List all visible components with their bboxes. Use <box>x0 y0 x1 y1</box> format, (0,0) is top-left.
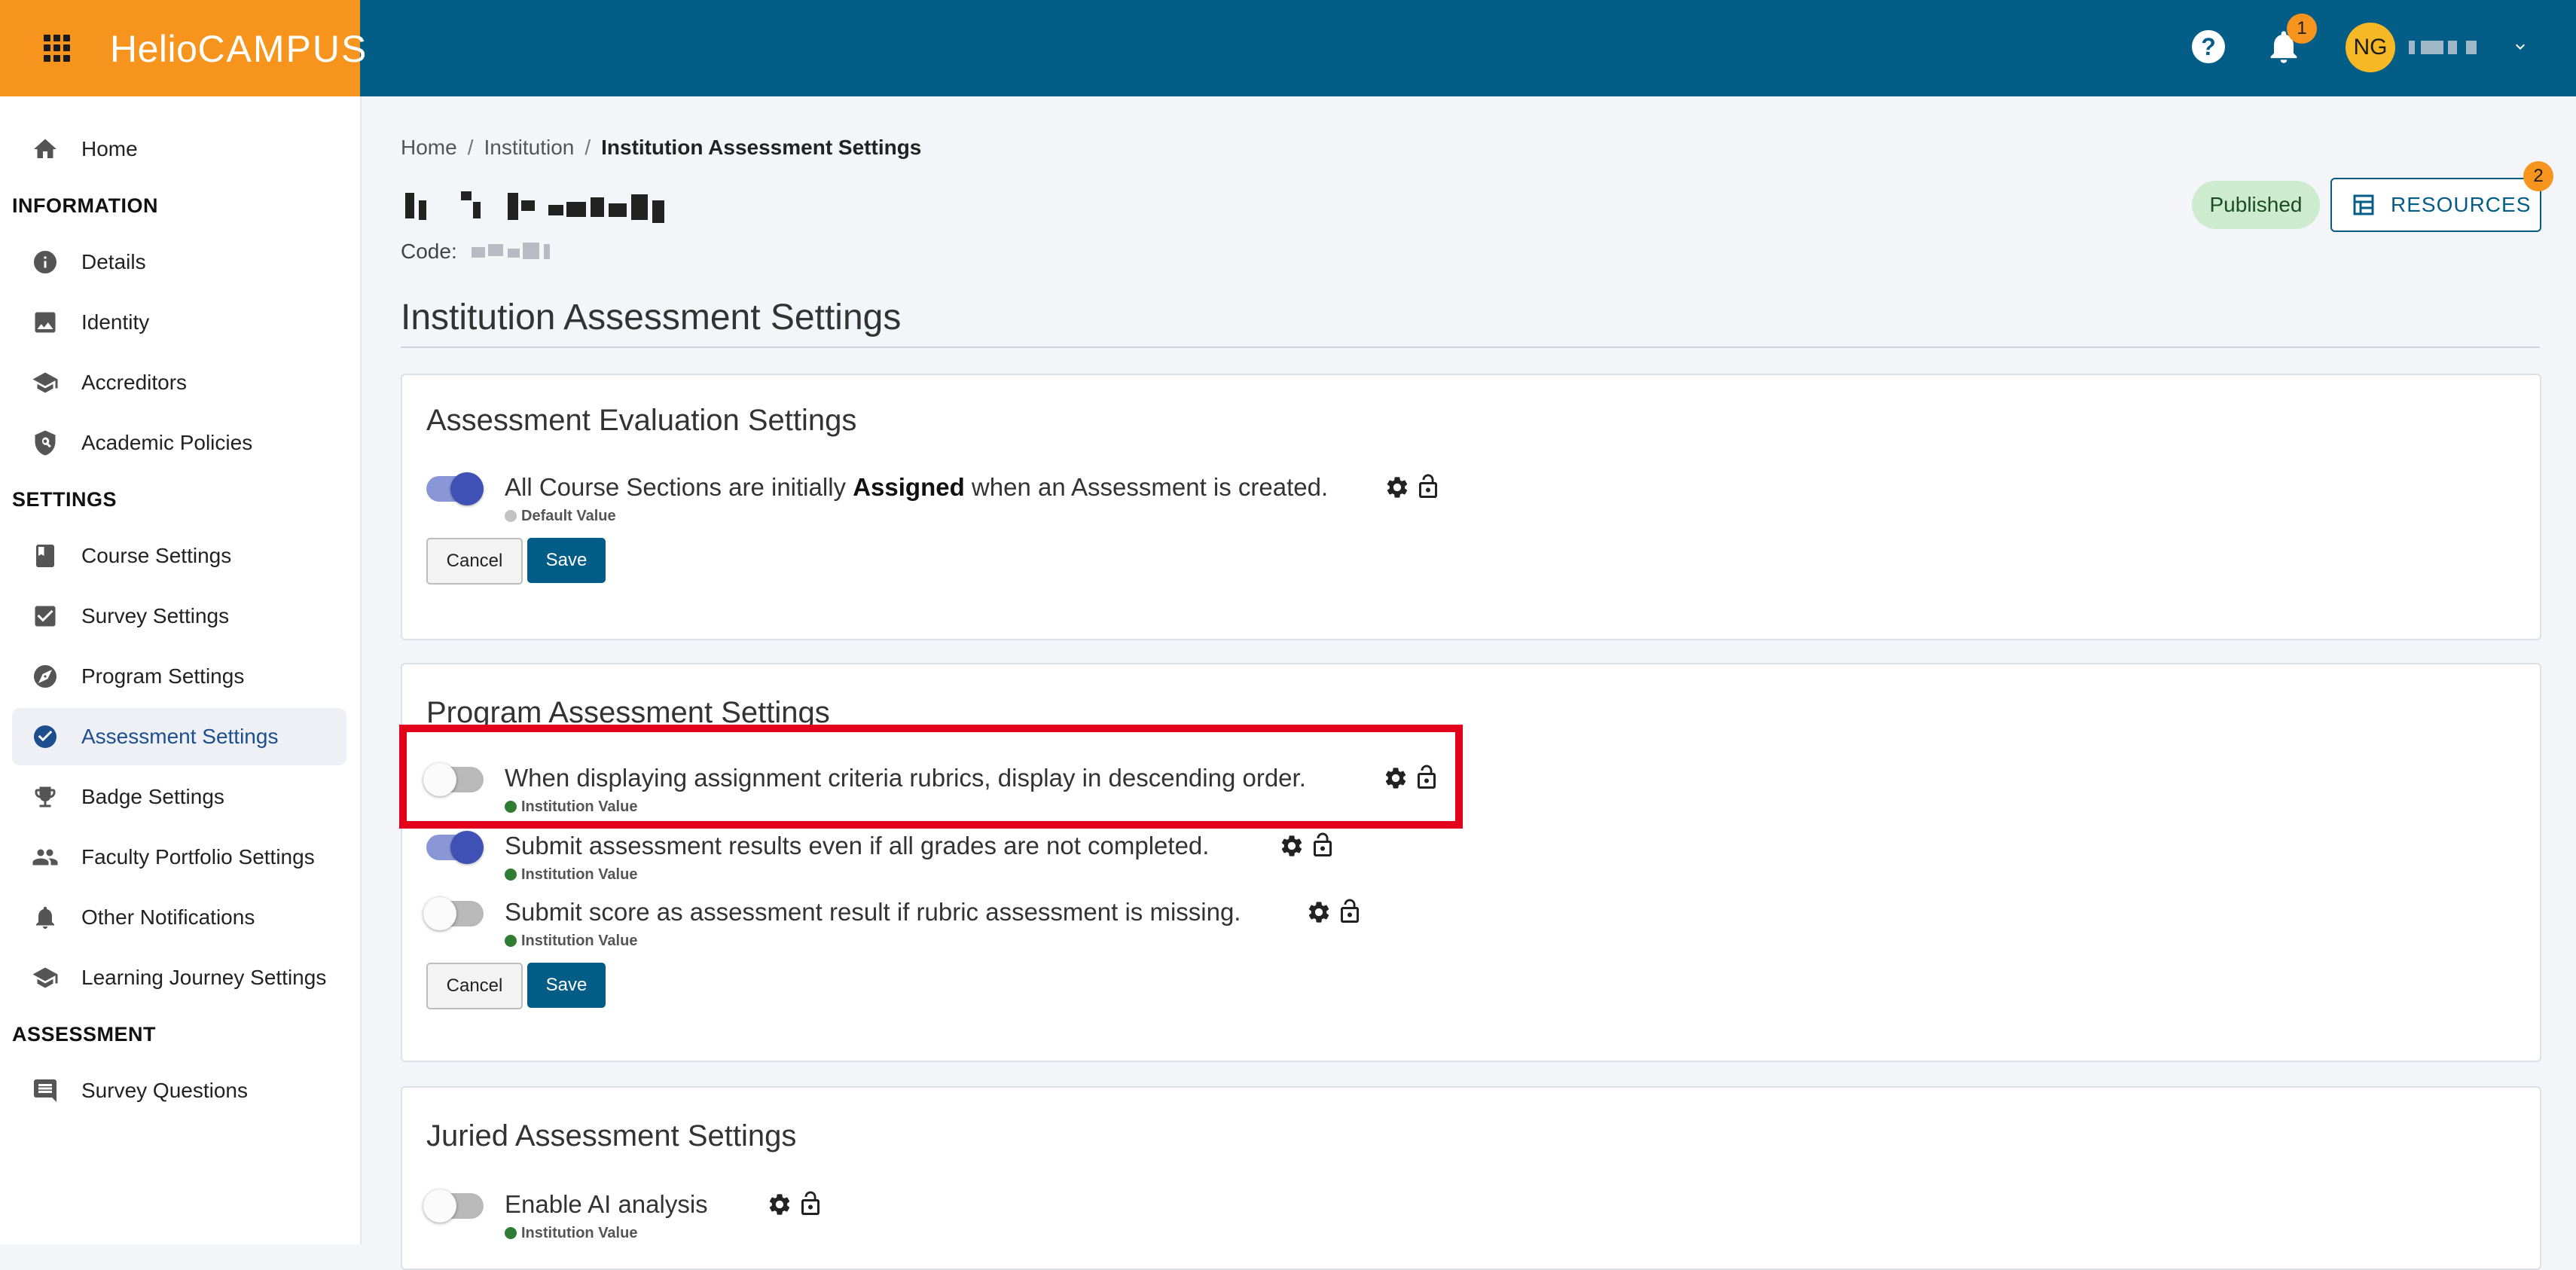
toggle-submit-score-missing-rubric[interactable] <box>423 897 484 930</box>
setting-label: All Course Sections are initially Assign… <box>505 473 1329 501</box>
checkbox-icon <box>35 606 56 627</box>
brand-area: HelioCAMPUS <box>0 0 366 96</box>
highlight-box <box>399 725 1463 829</box>
save-button[interactable]: Save <box>527 963 606 1008</box>
trophy-icon <box>35 786 56 807</box>
home-icon <box>34 139 56 158</box>
section-heading-assessment: ASSESSMENT <box>12 1023 157 1046</box>
sidebar-item-assessment-settings[interactable]: Assessment Settings <box>12 708 346 765</box>
value-source: Default Value <box>505 508 616 525</box>
resources-count-badge: 2 <box>2523 161 2553 191</box>
save-button[interactable]: Save <box>527 538 606 583</box>
gear-icon[interactable] <box>1306 899 1332 925</box>
lock-open-icon[interactable] <box>1336 898 1363 925</box>
card-title: Juried Assessment Settings <box>426 1119 797 1152</box>
cancel-button[interactable]: Cancel <box>426 963 523 1009</box>
sidebar-item-survey-questions[interactable]: Survey Questions <box>12 1062 346 1119</box>
dashboard-icon <box>2353 194 2374 215</box>
gear-icon[interactable] <box>1384 475 1410 500</box>
comment-icon <box>34 1079 56 1102</box>
sidebar-item-program-settings[interactable]: Program Settings <box>12 648 346 705</box>
image-icon <box>35 312 56 333</box>
section-heading-information: INFORMATION <box>12 194 158 217</box>
breadcrumb-home[interactable]: Home <box>401 136 457 159</box>
code-label: Code: <box>401 240 457 263</box>
school-icon <box>32 967 58 988</box>
sidebar-item-academic-policies[interactable]: Academic Policies <box>12 414 346 472</box>
breadcrumb-current: Institution Assessment Settings <box>601 136 922 159</box>
apps-grid-icon[interactable] <box>44 35 71 62</box>
sidebar: Home INFORMATION Details Identity Accred… <box>0 96 362 1244</box>
institution-name-redacted <box>401 187 717 224</box>
compass-icon <box>34 665 56 688</box>
sidebar-item-details[interactable]: Details <box>12 234 346 291</box>
top-bar <box>0 0 2576 96</box>
user-avatar[interactable]: NG <box>2346 23 2395 72</box>
assessment-evaluation-card: Assessment Evaluation Settings All Cours… <box>401 374 2541 640</box>
title-divider <box>401 347 2540 348</box>
policy-icon <box>35 430 56 456</box>
cancel-button[interactable]: Cancel <box>426 538 523 585</box>
juried-assessment-card: Juried Assessment Settings Enable AI ana… <box>401 1086 2541 1270</box>
resources-button[interactable]: RESOURCES <box>2330 178 2541 232</box>
gear-icon[interactable] <box>767 1192 792 1217</box>
sidebar-item-identity[interactable]: Identity <box>12 294 346 351</box>
code-value-redacted <box>472 241 554 261</box>
toggle-enable-ai-analysis[interactable] <box>423 1189 484 1223</box>
notification-count-badge: 1 <box>2287 14 2317 44</box>
value-source: Institution Value <box>505 1225 637 1242</box>
setting-submit-score-missing-rubric: Submit score as assessment result if rub… <box>423 897 1481 966</box>
people-icon <box>32 849 58 865</box>
toggle-submit-results-incomplete[interactable] <box>426 831 484 864</box>
sidebar-item-course-settings[interactable]: Course Settings <box>12 527 346 585</box>
user-name-redacted[interactable] <box>2409 41 2481 54</box>
breadcrumb: Home / Institution / Institution Assessment … <box>401 136 922 159</box>
sidebar-item-home[interactable]: Home <box>12 121 346 178</box>
section-heading-settings: SETTINGS <box>12 488 118 511</box>
lock-open-icon[interactable] <box>1309 832 1336 859</box>
lock-open-icon[interactable] <box>1415 473 1442 500</box>
gear-icon[interactable] <box>1279 833 1305 859</box>
page-title: Institution Assessment Settings <box>401 298 902 337</box>
status-badge: Published <box>2192 181 2320 229</box>
breadcrumb-institution[interactable]: Institution <box>484 136 574 159</box>
book-icon <box>36 545 54 567</box>
chevron-down-icon[interactable] <box>2511 38 2529 56</box>
sidebar-item-other-notifications[interactable]: Other Notifications <box>12 889 346 946</box>
value-source: Institution Value <box>505 866 637 884</box>
toggle-all-sections-assigned[interactable] <box>426 472 484 505</box>
school-icon <box>32 372 58 393</box>
sidebar-item-accreditors[interactable]: Accreditors <box>12 354 346 411</box>
lock-open-icon[interactable] <box>797 1190 824 1217</box>
info-icon <box>34 251 56 273</box>
card-title: Assessment Evaluation Settings <box>426 404 857 437</box>
setting-label: Submit score as assessment result if rub… <box>505 898 1241 926</box>
program-assessment-card: Program Assessment Settings When display… <box>401 663 2541 1062</box>
help-icon[interactable]: ? <box>2192 30 2225 63</box>
setting-submit-results-incomplete: Submit assessment results even if all gr… <box>426 831 1481 899</box>
setting-label: Enable AI analysis <box>505 1190 708 1218</box>
check-circle-icon <box>34 725 56 748</box>
setting-all-sections-assigned: All Course Sections are initially Assign… <box>426 472 1481 541</box>
sidebar-item-badge-settings[interactable]: Badge Settings <box>12 768 346 826</box>
value-source: Institution Value <box>505 933 637 950</box>
sidebar-item-faculty-portfolio-settings[interactable]: Faculty Portfolio Settings <box>12 829 346 886</box>
setting-enable-ai-analysis: Enable AI analysis Institution Value <box>423 1189 1029 1258</box>
sidebar-item-learning-journey-settings[interactable]: Learning Journey Settings <box>12 949 346 1006</box>
bell-icon <box>36 906 54 929</box>
setting-label: Submit assessment results even if all gr… <box>505 832 1210 859</box>
sidebar-item-survey-settings[interactable]: Survey Settings <box>12 588 346 645</box>
helio-campus-logo[interactable]: HelioCAMPUS <box>110 27 368 71</box>
